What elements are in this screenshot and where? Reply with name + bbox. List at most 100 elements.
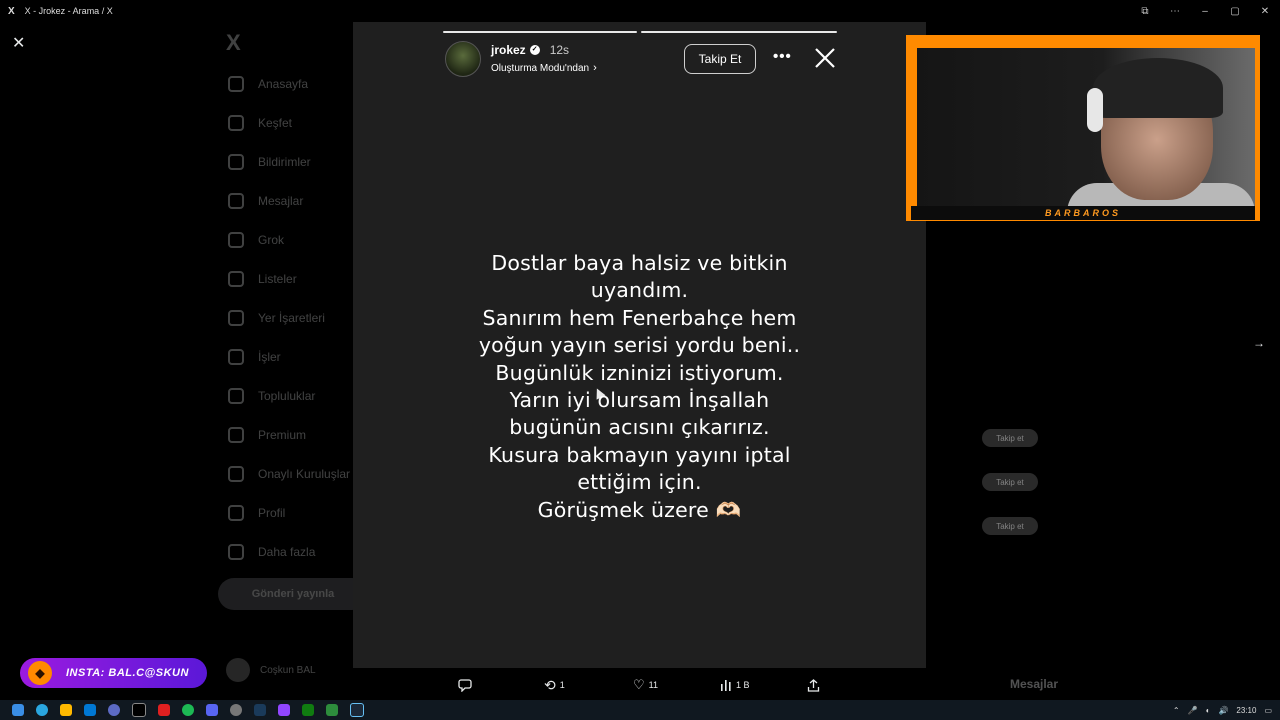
messages-drawer[interactable]: Mesajlar (996, 672, 1266, 696)
spotify-icon[interactable] (182, 704, 194, 716)
fox-logo-icon: ◆ (28, 661, 52, 685)
follow-button[interactable]: Takip Et (684, 44, 756, 74)
window-close-button[interactable]: ✕ (1250, 0, 1280, 22)
window-title: X - Jrokez - Arama / X (24, 6, 113, 16)
x-app-icon[interactable] (132, 703, 146, 717)
sidebar-item-home[interactable]: Anasayfa (220, 64, 360, 103)
story-line: Dostlar baya halsiz ve bitkin (491, 251, 788, 275)
story-username[interactable]: jrokez (491, 43, 526, 57)
file-explorer-icon[interactable] (60, 704, 72, 716)
story-line: Görüşmek üzere 🫶🏻 (537, 497, 742, 522)
story-line: bugünün acısını çıkarırız. (509, 415, 770, 440)
sidebar-item-explore[interactable]: Keşfet (220, 103, 360, 142)
story-message: Dostlar baya halsiz ve bitkin uyandım. S… (353, 250, 926, 524)
x-icon (228, 426, 244, 443)
sidebar-item-profile[interactable]: Profil (220, 493, 360, 532)
window-titlebar: X X - Jrokez - Arama / X ⧉ ⋯ – ▢ ✕ (0, 0, 1280, 22)
instagram-handle: INSTA: BAL.C@SKUN (66, 667, 189, 679)
account-switcher[interactable]: Coşkun BAL (226, 658, 316, 682)
post-actions-bar: ⟲ 1 ♡ 11 1 B (440, 674, 840, 696)
sidebar-item-verified-orgs[interactable]: Onaylı Kuruluşlar (220, 454, 360, 493)
views-icon (721, 680, 731, 691)
minimize-button[interactable]: – (1190, 0, 1220, 22)
sidebar-item-more[interactable]: Daha fazla (220, 532, 360, 571)
repost-count: 1 (559, 680, 565, 690)
edge-icon[interactable] (36, 704, 48, 716)
people-icon (228, 387, 244, 404)
search-icon (228, 114, 244, 131)
sidebar-item-communities[interactable]: Topluluklar (220, 376, 360, 415)
store-icon[interactable] (84, 704, 96, 716)
more-options-icon[interactable]: ••• (773, 48, 792, 65)
reply-icon (458, 679, 472, 692)
story-line: Sanırım hem Fenerbahçe hem (482, 305, 797, 330)
story-subtitle: Oluşturma Modu'ndan (491, 62, 590, 74)
system-tray: ⌃ 🎤 ◐ 🔊 23:10 ▭ (1173, 700, 1280, 720)
sidebar-item-bookmarks[interactable]: Yer İşaretleri (220, 298, 360, 337)
webcam-hair (1093, 58, 1223, 118)
app-icon[interactable] (326, 704, 338, 716)
taskbar: ⌃ 🎤 ◐ 🔊 23:10 ▭ (0, 700, 1280, 720)
views-count: 1 B (736, 680, 750, 690)
background-sidebar: X Anasayfa Keşfet Bildirimler Mesajlar G… (218, 30, 368, 682)
app-icon[interactable] (254, 704, 266, 716)
close-story-icon[interactable] (813, 46, 837, 70)
sidebar-logo-icon: X (226, 30, 241, 55)
window-menu-icon[interactable]: ⋯ (1160, 0, 1190, 22)
windows-start-icon[interactable] (12, 704, 24, 716)
share-button[interactable] (807, 674, 820, 696)
story-line: yoğun yayın serisi yordu beni.. (478, 333, 801, 358)
briefcase-icon (228, 348, 244, 365)
clock[interactable]: 23:10 (1236, 706, 1256, 715)
sidebar-item-messages[interactable]: Mesajlar (220, 181, 360, 220)
sidebar-item-lists[interactable]: Listeler (220, 259, 360, 298)
xbox-icon[interactable] (302, 704, 314, 716)
post-button[interactable]: Gönderi yayınla (218, 578, 368, 610)
close-viewer-icon[interactable]: ✕ (12, 33, 25, 53)
headset-icon (1087, 88, 1103, 132)
list-icon (228, 270, 244, 287)
repost-button[interactable]: ⟲ 1 (544, 674, 565, 696)
app-icon[interactable] (108, 704, 120, 716)
account-name: Coşkun BAL (260, 664, 316, 676)
sidebar-item-jobs[interactable]: İşler (220, 337, 360, 376)
reply-button[interactable] (458, 674, 472, 696)
sidebar-item-label: Topluluklar (258, 388, 316, 403)
follow-button[interactable]: Takip et (982, 429, 1038, 447)
avatar (226, 658, 250, 682)
obs-icon[interactable] (230, 704, 242, 716)
sidebar-item-notifications[interactable]: Bildirimler (220, 142, 360, 181)
discord-icon[interactable] (206, 704, 218, 716)
chevron-up-icon[interactable]: ⌃ (1173, 706, 1180, 715)
follow-button[interactable]: Takip et (982, 473, 1038, 491)
network-icon[interactable]: ◐ (1206, 706, 1211, 715)
verified-badge-icon: ✓ (529, 45, 540, 55)
microphone-icon[interactable]: 🎤 (1188, 706, 1198, 715)
notification-icon[interactable]: ▭ (1264, 706, 1272, 715)
chevron-right-icon: › (593, 62, 597, 74)
cast-icon[interactable]: ⧉ (1130, 0, 1160, 22)
like-button[interactable]: ♡ 11 (633, 674, 658, 696)
story-header: jrokez ✓ 12s (491, 43, 569, 57)
webcam-overlay: BARBAROS (906, 35, 1260, 221)
story-line: uyandım. (590, 278, 689, 303)
like-count: 11 (648, 680, 658, 690)
volume-icon[interactable]: 🔊 (1218, 706, 1228, 715)
steam-icon[interactable] (350, 703, 364, 717)
twitch-icon[interactable] (278, 704, 290, 716)
sidebar-item-label: Yer İşaretleri (258, 310, 325, 325)
follow-button[interactable]: Takip et (982, 517, 1038, 535)
heart-icon: ♡ (633, 677, 645, 692)
story-line: Kusura bakmayın yayını iptal (488, 442, 791, 467)
bookmark-icon (228, 309, 244, 326)
sidebar-item-premium[interactable]: Premium (220, 415, 360, 454)
sidebar-item-grok[interactable]: Grok (220, 220, 360, 259)
avatar[interactable] (445, 41, 481, 77)
maximize-button[interactable]: ▢ (1220, 0, 1250, 22)
arrow-right-icon[interactable]: → (1253, 336, 1265, 350)
sidebar-item-label: Bildirimler (258, 154, 311, 169)
youtube-icon[interactable] (158, 704, 170, 716)
story-subtitle-link[interactable]: Oluşturma Modu'ndan › (491, 62, 597, 74)
bell-icon (228, 153, 244, 170)
views-button[interactable]: 1 B (720, 674, 750, 696)
